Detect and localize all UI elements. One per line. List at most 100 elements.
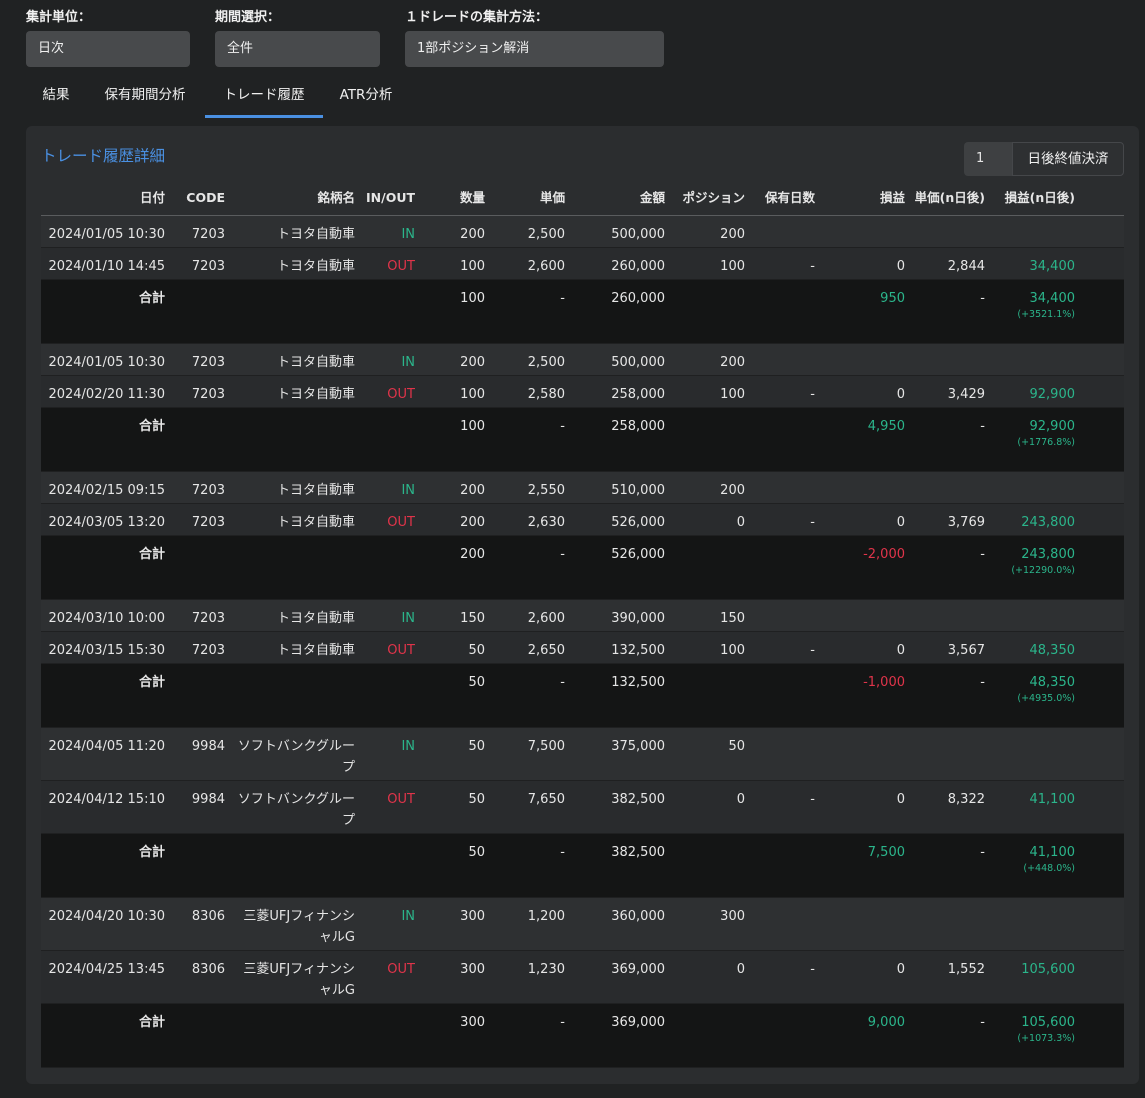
total-row: 合計 100 - 260,000 950 - 34,400 (+3521.1%)	[41, 280, 1124, 344]
table-row: 2024/04/12 15:10 9984 ソフトバンクグループ OUT 50 7,650…	[41, 781, 1124, 834]
col-position: ポジション	[682, 190, 745, 205]
cell-position: 150	[720, 611, 745, 626]
cell-name: ソフトバンクグループ	[237, 739, 355, 775]
cell-name: トヨタ自動車	[276, 355, 355, 370]
cell-code: 7203	[191, 483, 225, 498]
cell-total-label: 合計	[138, 675, 165, 690]
cell-price: 2,500	[527, 355, 565, 370]
cell-amount: 360,000	[611, 909, 665, 924]
cell-days: -	[810, 962, 815, 977]
cell-price-n: 3,429	[947, 387, 985, 402]
cell-amount: 382,500	[611, 845, 665, 860]
cell-qty: 300	[460, 1015, 485, 1030]
cell-amount: 260,000	[611, 291, 665, 306]
cell-date: 2024/03/05 13:20	[48, 515, 165, 530]
cell-position: 0	[736, 515, 745, 530]
cell-price-n: 3,769	[947, 515, 985, 530]
tab-trade-history[interactable]: トレード履歴	[205, 80, 323, 118]
cell-dir: OUT	[387, 387, 415, 402]
cell-pl: 0	[896, 962, 905, 977]
cell-price-n: 3,567	[947, 643, 985, 658]
cell-pl-n: 243,800	[1021, 515, 1075, 530]
cell-price: 2,500	[527, 227, 565, 242]
total-row: 合計 300 - 369,000 9,000 - 105,600 (+1073.3%)	[41, 1004, 1124, 1068]
cell-name: 三菱UFJフィナンシャルG	[243, 962, 355, 998]
cell-dir: OUT	[387, 515, 415, 530]
cell-pl-n: 92,900	[1029, 387, 1076, 402]
cell-pl: 0	[896, 792, 905, 807]
cell-pl-n: 41,100	[1029, 845, 1076, 860]
cell-price-n: -	[980, 845, 985, 860]
cell-dir: IN	[401, 611, 415, 626]
cell-price-n: -	[980, 675, 985, 690]
filter-label: １ドレードの集計方法：	[405, 10, 549, 25]
cell-date: 2024/04/20 10:30	[48, 909, 165, 924]
col-code: CODE	[186, 190, 225, 205]
table-row: 2024/04/25 13:45 8306 三菱UFJフィナンシャルG OUT 300 1…	[41, 951, 1124, 1004]
table-header: 日付 CODE 銘柄名 IN/OUT 数量 単価 金額 ポジション 保有日数 損…	[41, 183, 1124, 216]
cell-price: -	[560, 1015, 565, 1030]
cell-pl-n: 243,800	[1021, 547, 1075, 562]
period-select[interactable]: 全件	[215, 31, 380, 67]
cell-pl: 9,000	[867, 1015, 905, 1030]
cell-date: 2024/02/20 11:30	[48, 387, 165, 402]
cell-pl-n-percent: (+3521.1%)	[1017, 309, 1075, 320]
cell-amount: 375,000	[611, 739, 665, 754]
cell-position: 0	[736, 792, 745, 807]
col-price-n: 単価(n日後)	[914, 190, 985, 205]
cell-price: 2,580	[527, 387, 565, 402]
days-input[interactable]: 1	[964, 142, 1012, 176]
cell-qty: 300	[460, 962, 485, 977]
cell-pl-n: 92,900	[1029, 419, 1076, 434]
cell-amount: 382,500	[611, 792, 665, 807]
cell-amount: 258,000	[611, 387, 665, 402]
cell-position: 0	[736, 962, 745, 977]
close-after-days-button[interactable]: 日後終値決済	[1012, 142, 1124, 176]
cell-code: 8306	[191, 909, 225, 924]
cell-amount: 510,000	[611, 483, 665, 498]
cell-dir: OUT	[387, 962, 415, 977]
cell-price: 2,600	[527, 611, 565, 626]
cell-qty: 50	[468, 643, 485, 658]
cell-name: トヨタ自動車	[276, 515, 355, 530]
cell-pl-n: 48,350	[1029, 675, 1076, 690]
cell-days: -	[810, 387, 815, 402]
cell-date: 2024/04/25 13:45	[48, 962, 165, 977]
cell-amount: 500,000	[611, 355, 665, 370]
cell-position: 300	[720, 909, 745, 924]
total-row: 合計 50 - 382,500 7,500 - 41,100 (+448.0%)	[41, 834, 1124, 898]
cell-date: 2024/03/15 15:30	[48, 643, 165, 658]
cell-amount: 390,000	[611, 611, 665, 626]
table-row: 2024/04/05 11:20 9984 ソフトバンクグループ IN 50 7,500 3…	[41, 728, 1124, 781]
cell-amount: 132,500	[611, 675, 665, 690]
cell-qty: 50	[468, 845, 485, 860]
cell-qty: 200	[460, 483, 485, 498]
cell-position: 100	[720, 387, 745, 402]
col-price: 単価	[539, 190, 565, 205]
total-row: 合計 50 - 132,500 -1,000 - 48,350 (+4935.0%)	[41, 664, 1124, 728]
cell-name: トヨタ自動車	[276, 611, 355, 626]
table-row: 2024/03/10 10:00 7203 トヨタ自動車 IN 150 2,600 390,…	[41, 600, 1124, 632]
cell-name: トヨタ自動車	[276, 259, 355, 274]
tab-results[interactable]: 結果	[30, 80, 82, 118]
cell-price-n: -	[980, 291, 985, 306]
cell-qty: 50	[468, 675, 485, 690]
table-row: 2024/03/15 15:30 7203 トヨタ自動車 OUT 50 2,650 132,…	[41, 632, 1124, 664]
cell-dir: OUT	[387, 259, 415, 274]
cell-amount: 369,000	[611, 1015, 665, 1030]
tab-atr[interactable]: ATR分析	[330, 80, 402, 118]
cell-amount: 260,000	[611, 259, 665, 274]
cell-qty: 100	[460, 419, 485, 434]
cell-code: 7203	[191, 515, 225, 530]
tab-holding-period[interactable]: 保有期間分析	[94, 80, 196, 118]
aggregation-unit-select[interactable]: 日次	[26, 31, 190, 67]
cell-price: -	[560, 845, 565, 860]
trade-method-select[interactable]: 1部ポジション解消	[405, 31, 664, 67]
table-row: 2024/02/15 09:15 7203 トヨタ自動車 IN 200 2,550 510,…	[41, 472, 1124, 504]
cell-amount: 132,500	[611, 643, 665, 658]
cell-price-n: 2,844	[947, 259, 985, 274]
cell-price: -	[560, 547, 565, 562]
cell-price-n: -	[980, 1015, 985, 1030]
cell-code: 9984	[191, 792, 225, 807]
cell-name: トヨタ自動車	[276, 643, 355, 658]
